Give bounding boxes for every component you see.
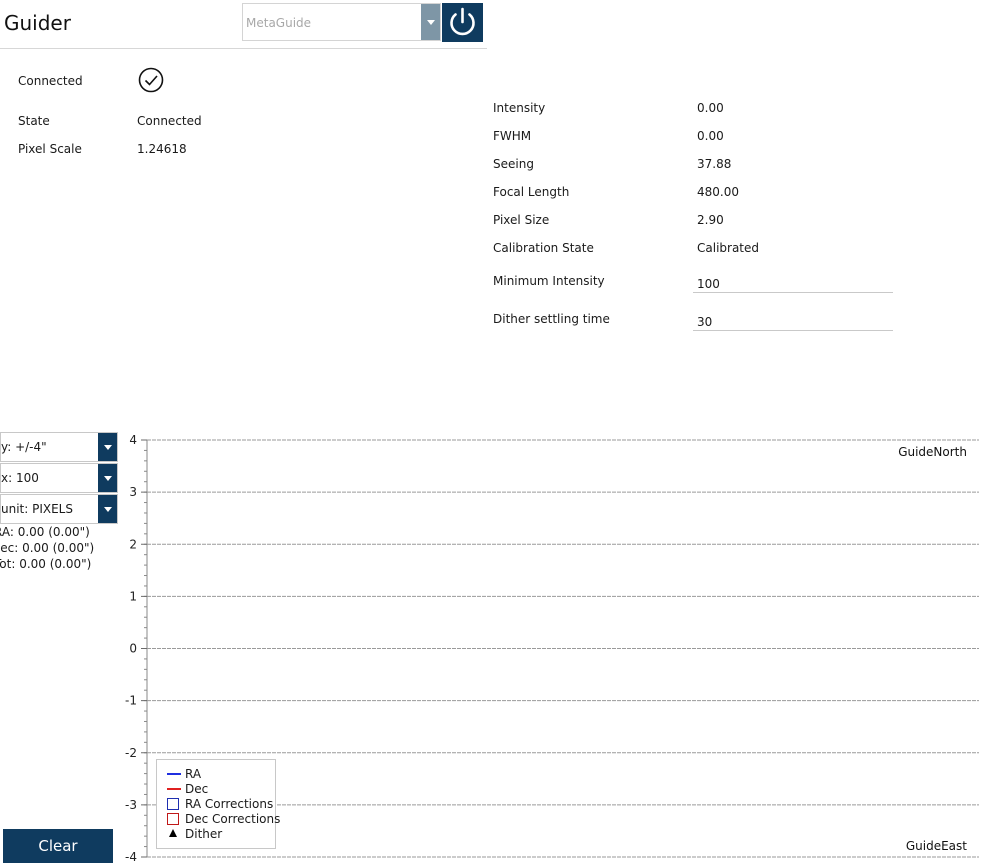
legend-label-dec: Dec bbox=[185, 782, 209, 796]
y-tick-label: 2 bbox=[129, 537, 137, 551]
y-tick-label: 1 bbox=[129, 589, 137, 603]
legend-line-ra bbox=[167, 773, 181, 775]
guide-east-label: GuideEast bbox=[906, 839, 967, 853]
y-tick-label: -2 bbox=[125, 746, 137, 760]
dither-triangle-icon bbox=[169, 829, 177, 837]
y-tick-label: -3 bbox=[125, 798, 137, 812]
y-tick-label: 4 bbox=[129, 433, 137, 447]
guide-north-label: GuideNorth bbox=[898, 445, 967, 459]
y-tick-label: 3 bbox=[129, 485, 137, 499]
y-tick-label: -1 bbox=[125, 694, 137, 708]
guide-graph: 4 3 2 1 0 -1 -2 -3 -4 GuideNorth GuideEast bbox=[125, 433, 979, 864]
y-tick-label: 0 bbox=[129, 642, 137, 656]
legend-label-ra: RA bbox=[185, 767, 202, 781]
legend-square-ra-corrections bbox=[167, 798, 179, 810]
legend-line-dec bbox=[167, 788, 181, 790]
legend-label-dec-corrections: Dec Corrections bbox=[185, 812, 281, 826]
legend-square-dec-corrections bbox=[167, 813, 179, 825]
legend-label-ra-corrections: RA Corrections bbox=[185, 797, 274, 811]
y-tick-label: -4 bbox=[125, 850, 137, 864]
chart-legend: RA Dec RA Corrections Dec Corrections Di… bbox=[156, 759, 280, 849]
legend-label-dither: Dither bbox=[185, 827, 223, 841]
